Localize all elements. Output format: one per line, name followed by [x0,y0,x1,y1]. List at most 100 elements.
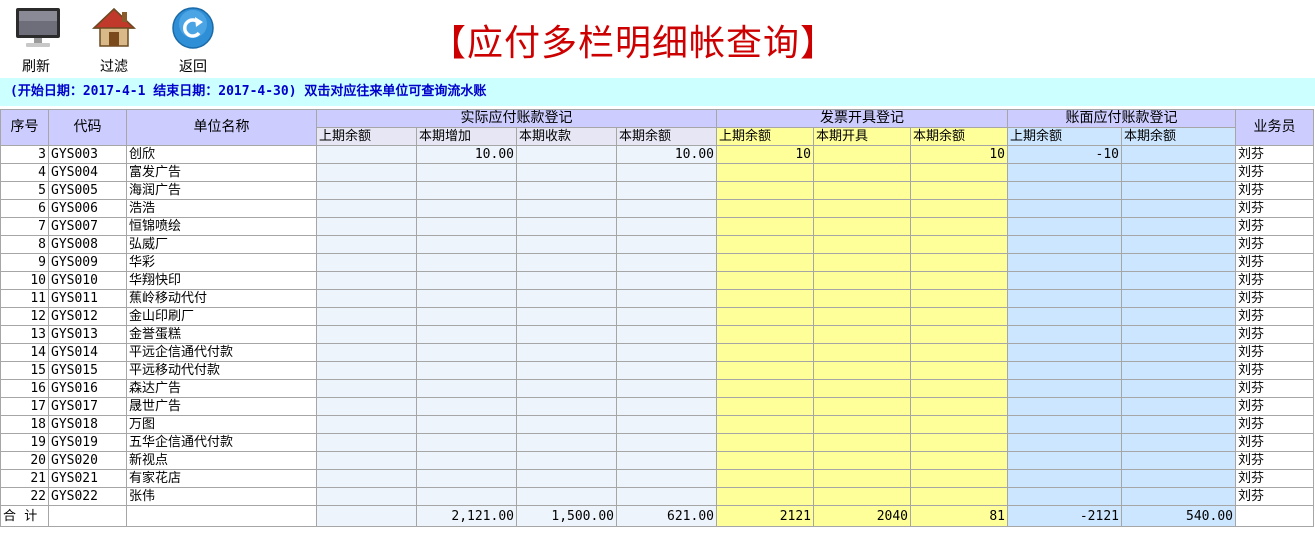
cell-actual-received[interactable] [516,307,617,326]
cell-actual-balance[interactable] [616,415,717,434]
cell-seq[interactable]: 14 [0,343,49,362]
table-row[interactable]: 18 GYS018 万图 刘芬 [0,415,1314,434]
cell-seq[interactable]: 13 [0,325,49,344]
cell-invoice-prev[interactable] [716,397,814,416]
cell-book-balance[interactable] [1121,289,1236,308]
cell-staff[interactable]: 刘芬 [1235,199,1314,218]
cell-book-prev[interactable] [1007,271,1122,290]
cell-invoice-prev[interactable]: 10 [716,145,814,164]
table-row[interactable]: 7 GYS007 恒锦喷绘 刘芬 [0,217,1314,236]
cell-code[interactable]: GYS013 [48,325,127,344]
cell-invoice-prev[interactable] [716,433,814,452]
table-row[interactable]: 6 GYS006 浩浩 刘芬 [0,199,1314,218]
cell-invoice-issued[interactable] [813,253,911,272]
cell-actual-received[interactable] [516,289,617,308]
cell-name[interactable]: 万图 [126,415,317,434]
cell-actual-prev[interactable] [316,235,417,254]
cell-book-prev[interactable] [1007,181,1122,200]
cell-seq[interactable]: 16 [0,379,49,398]
cell-book-balance[interactable] [1121,451,1236,470]
cell-book-balance[interactable] [1121,271,1236,290]
cell-invoice-prev[interactable] [716,361,814,380]
cell-invoice-balance[interactable]: 10 [910,145,1008,164]
cell-staff[interactable]: 刘芬 [1235,433,1314,452]
table-row[interactable]: 4 GYS004 富发广告 刘芬 [0,163,1314,182]
cell-actual-balance[interactable] [616,181,717,200]
cell-name[interactable]: 华翔快印 [126,271,317,290]
cell-invoice-balance[interactable] [910,415,1008,434]
cell-book-balance[interactable] [1121,181,1236,200]
cell-book-balance[interactable] [1121,487,1236,506]
cell-name[interactable]: 恒锦喷绘 [126,217,317,236]
cell-seq[interactable]: 19 [0,433,49,452]
cell-actual-balance[interactable] [616,253,717,272]
cell-book-balance[interactable] [1121,145,1236,164]
cell-actual-prev[interactable] [316,199,417,218]
cell-actual-increase[interactable] [416,451,517,470]
cell-book-balance[interactable] [1121,253,1236,272]
cell-book-balance[interactable] [1121,163,1236,182]
cell-staff[interactable]: 刘芬 [1235,451,1314,470]
cell-actual-balance[interactable] [616,235,717,254]
cell-staff[interactable]: 刘芬 [1235,379,1314,398]
cell-code[interactable]: GYS010 [48,271,127,290]
cell-book-prev[interactable] [1007,217,1122,236]
cell-invoice-prev[interactable] [716,199,814,218]
cell-actual-prev[interactable] [316,217,417,236]
cell-actual-increase[interactable] [416,343,517,362]
cell-name[interactable]: 浩浩 [126,199,317,218]
cell-code[interactable]: GYS022 [48,487,127,506]
cell-invoice-issued[interactable] [813,469,911,488]
cell-name[interactable]: 金山印刷厂 [126,307,317,326]
cell-actual-received[interactable] [516,271,617,290]
cell-book-prev[interactable] [1007,487,1122,506]
cell-book-prev[interactable] [1007,469,1122,488]
cell-name[interactable]: 五华企信通代付款 [126,433,317,452]
cell-book-prev[interactable] [1007,361,1122,380]
cell-seq[interactable]: 4 [0,163,49,182]
cell-book-prev[interactable] [1007,235,1122,254]
cell-invoice-prev[interactable] [716,235,814,254]
cell-book-prev[interactable] [1007,451,1122,470]
cell-invoice-balance[interactable] [910,181,1008,200]
cell-invoice-balance[interactable] [910,379,1008,398]
refresh-button[interactable]: 刷新 [6,4,66,75]
table-row[interactable]: 9 GYS009 华彩 刘芬 [0,253,1314,272]
cell-actual-increase[interactable] [416,397,517,416]
cell-actual-balance[interactable]: 10.00 [616,145,717,164]
table-row[interactable]: 22 GYS022 张伟 刘芬 [0,487,1314,506]
cell-invoice-issued[interactable] [813,343,911,362]
cell-actual-received[interactable] [516,397,617,416]
cell-invoice-prev[interactable] [716,469,814,488]
cell-actual-prev[interactable] [316,271,417,290]
cell-actual-increase[interactable] [416,253,517,272]
cell-actual-balance[interactable] [616,487,717,506]
table-row[interactable]: 11 GYS011 蕉岭移动代付 刘芬 [0,289,1314,308]
cell-invoice-prev[interactable] [716,343,814,362]
table-row[interactable]: 17 GYS017 晟世广告 刘芬 [0,397,1314,416]
cell-name[interactable]: 海润广告 [126,181,317,200]
cell-code[interactable]: GYS009 [48,253,127,272]
cell-invoice-prev[interactable] [716,271,814,290]
cell-code[interactable]: GYS006 [48,199,127,218]
cell-seq[interactable]: 22 [0,487,49,506]
cell-actual-increase[interactable] [416,415,517,434]
cell-code[interactable]: GYS005 [48,181,127,200]
cell-actual-prev[interactable] [316,451,417,470]
table-row[interactable]: 8 GYS008 弘威厂 刘芬 [0,235,1314,254]
cell-seq[interactable]: 20 [0,451,49,470]
cell-actual-prev[interactable] [316,289,417,308]
cell-invoice-issued[interactable] [813,397,911,416]
cell-invoice-prev[interactable] [716,289,814,308]
cell-invoice-prev[interactable] [716,307,814,326]
cell-book-prev[interactable] [1007,325,1122,344]
cell-staff[interactable]: 刘芬 [1235,163,1314,182]
cell-seq[interactable]: 5 [0,181,49,200]
cell-actual-increase[interactable] [416,307,517,326]
cell-actual-prev[interactable] [316,145,417,164]
cell-invoice-prev[interactable] [716,217,814,236]
cell-book-prev[interactable] [1007,307,1122,326]
cell-book-balance[interactable] [1121,433,1236,452]
cell-code[interactable]: GYS016 [48,379,127,398]
cell-actual-prev[interactable] [316,397,417,416]
